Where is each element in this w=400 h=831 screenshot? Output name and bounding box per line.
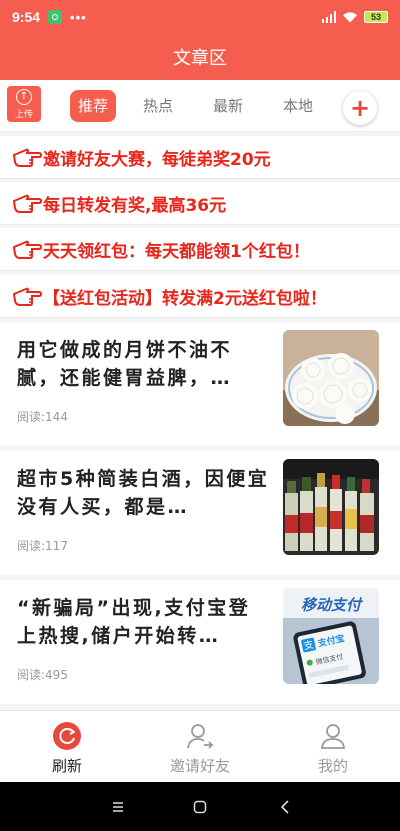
plus-icon: + bbox=[349, 94, 371, 122]
header-bar: 文章区 bbox=[0, 34, 400, 80]
tab-latest[interactable]: 最新 bbox=[213, 90, 243, 122]
pointing-hand-icon bbox=[12, 240, 42, 259]
back-key[interactable] bbox=[265, 782, 305, 831]
menu-key[interactable] bbox=[98, 782, 138, 831]
back-icon bbox=[280, 799, 289, 814]
article-read-count: 阅读:495 bbox=[17, 668, 68, 682]
promo-text: 邀请好友大赛，每徒弟奖20元 bbox=[43, 149, 271, 170]
article-thumbnail-mooncakes bbox=[283, 330, 379, 426]
article-title: “新骗局”出现,支付宝登上热搜,储户开始转… bbox=[17, 597, 251, 647]
page-title: 文章区 bbox=[173, 48, 227, 69]
invite-friend-icon bbox=[187, 724, 214, 749]
upload-button[interactable]: ↑ 上传 bbox=[7, 86, 41, 122]
article-read-count: 阅读:144 bbox=[17, 410, 68, 424]
promo-item[interactable]: 每日转发有奖,最高36元 bbox=[0, 182, 400, 225]
refresh-icon bbox=[53, 722, 81, 750]
upload-label: 上传 bbox=[14, 109, 33, 120]
nav-invite-friends[interactable]: 邀请好友 bbox=[150, 721, 250, 776]
tab-recommend[interactable]: 推荐 bbox=[70, 90, 117, 122]
thumbnail-banner-text: 移动支付 bbox=[301, 596, 364, 614]
pointing-hand-icon bbox=[12, 148, 42, 167]
article-card[interactable]: 超市5种简装白酒，因便宜没有人买，都是… 阅读:117 bbox=[0, 451, 400, 575]
wifi-icon bbox=[343, 12, 357, 23]
add-category-button[interactable]: + bbox=[343, 91, 377, 125]
home-key[interactable] bbox=[180, 782, 220, 831]
menu-icon bbox=[113, 801, 123, 812]
article-read-count: 阅读:117 bbox=[17, 539, 68, 553]
home-icon bbox=[193, 800, 207, 813]
tab-hot[interactable]: 热点 bbox=[143, 90, 173, 122]
app-notification-icon bbox=[48, 10, 63, 24]
article-title: 用它做成的月饼不油不腻，还能健胃益脾，… bbox=[17, 339, 233, 389]
promo-item[interactable]: 邀请好友大赛，每徒弟奖20元 bbox=[0, 136, 400, 179]
pointing-hand-icon bbox=[12, 287, 42, 306]
nav-refresh-label: 刷新 bbox=[51, 757, 82, 775]
battery-icon: 53 bbox=[364, 11, 388, 23]
promo-item[interactable]: 天天领红包：每天都能领1个红包！ bbox=[0, 228, 400, 271]
category-tabs-bar: ↑ 上传 推荐 热点 最新 本地 bbox=[0, 80, 400, 132]
more-notifications-indicator: ••• bbox=[70, 9, 87, 25]
article-card[interactable]: “新骗局”出现,支付宝登上热搜,储户开始转… 阅读:495 移动支付 支 支付宝… bbox=[0, 580, 400, 704]
article-card[interactable]: 用它做成的月饼不油不腻，还能健胃益脾，… 阅读:144 bbox=[0, 322, 400, 446]
nav-profile[interactable]: 我的 bbox=[283, 721, 383, 776]
promo-item[interactable]: 【送红包活动】转发满2元送红包啦！ bbox=[0, 275, 400, 318]
status-time: 9:54 bbox=[12, 9, 41, 25]
status-bar: 9:54 ••• 53 bbox=[0, 0, 400, 34]
promo-text: 天天领红包：每天都能领1个红包！ bbox=[43, 241, 310, 262]
nav-refresh[interactable]: 刷新 bbox=[17, 721, 117, 776]
profile-icon bbox=[320, 724, 346, 749]
tab-local[interactable]: 本地 bbox=[283, 90, 313, 122]
battery-level: 53 bbox=[370, 12, 381, 22]
bottom-navigation: 刷新 邀请好友 我的 bbox=[0, 710, 400, 782]
nav-profile-label: 我的 bbox=[317, 757, 348, 775]
pointing-hand-icon bbox=[12, 194, 42, 213]
promo-text: 每日转发有奖,最高36元 bbox=[43, 195, 227, 216]
article-thumbnail-liquor bbox=[283, 459, 379, 555]
system-navigation-bar bbox=[0, 782, 400, 831]
nav-invite-label: 邀请好友 bbox=[169, 757, 230, 775]
promo-text: 【送红包活动】转发满2元送红包啦！ bbox=[43, 288, 327, 309]
signal-icon bbox=[321, 11, 336, 23]
article-thumbnail-alipay: 移动支付 支 支付宝 微信支付 bbox=[283, 588, 379, 684]
article-title: 超市5种简装白酒，因便宜没有人买，都是… bbox=[17, 468, 270, 518]
upload-icon: ↑ bbox=[16, 88, 32, 105]
